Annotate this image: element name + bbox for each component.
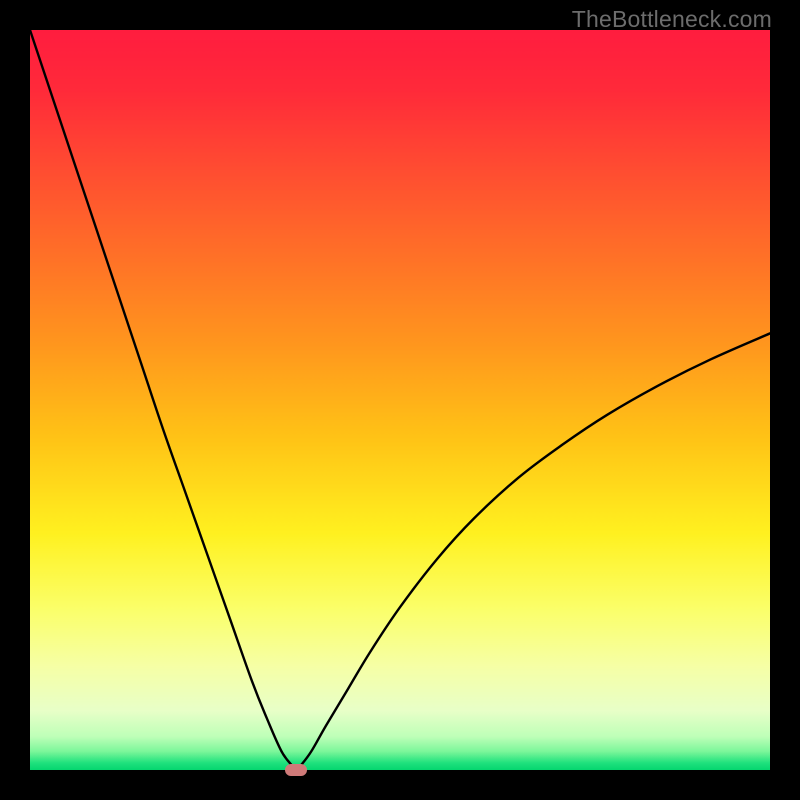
watermark-text: TheBottleneck.com (572, 6, 772, 33)
chart-frame (30, 30, 770, 770)
bottleneck-curve (30, 30, 770, 770)
optimal-marker (285, 764, 307, 776)
